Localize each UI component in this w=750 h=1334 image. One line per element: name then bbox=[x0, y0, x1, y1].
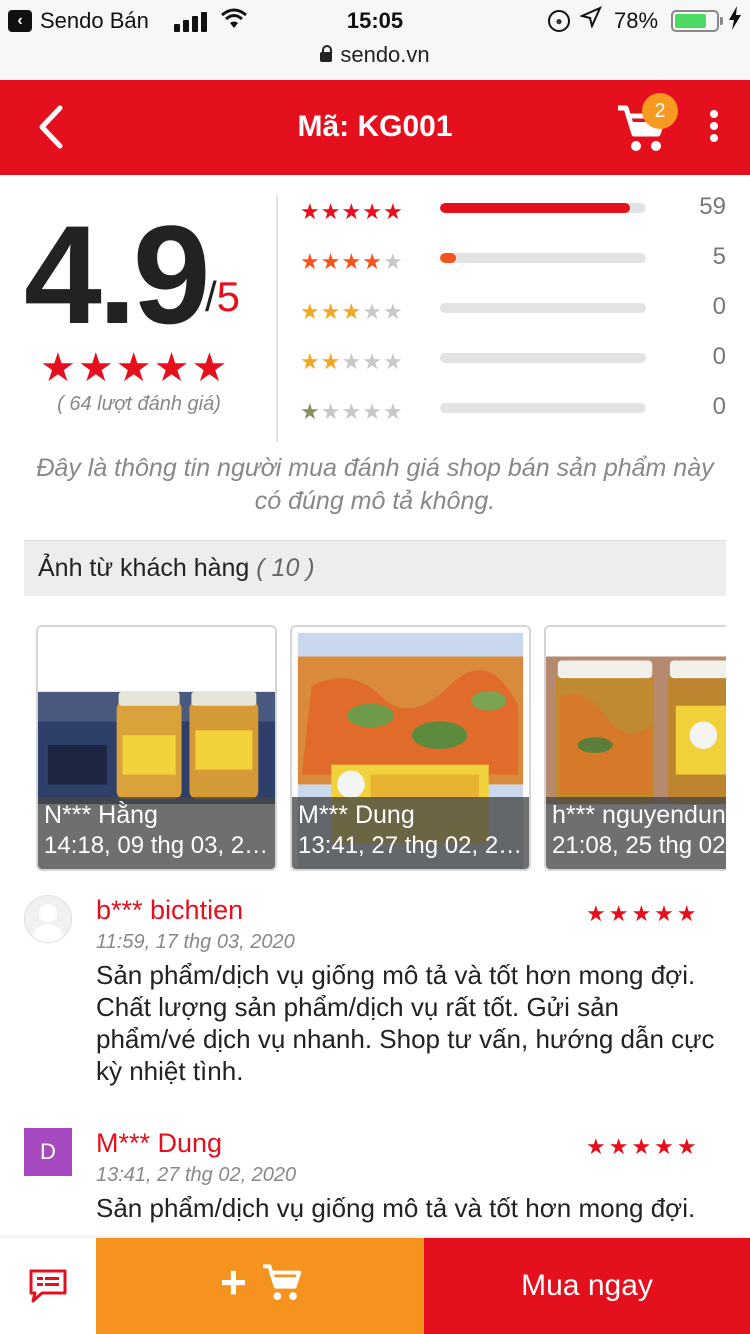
star-row-icon: ★★★★★ bbox=[300, 349, 404, 374]
score-max: /5 bbox=[205, 273, 240, 321]
battery-tip bbox=[720, 17, 723, 25]
rating-bar bbox=[440, 253, 646, 263]
secure-lock-icon bbox=[320, 45, 333, 62]
location-icon bbox=[578, 6, 602, 34]
rating-count: 59 bbox=[699, 193, 726, 220]
photo-author: M*** Dung bbox=[298, 801, 415, 829]
photo-time: 13:41, 27 thg 02, 2020 bbox=[298, 832, 523, 859]
rating-summary: 4.9 /5 ★★★★★ ( 64 lượt đánh giá) ★★★★★ 59… bbox=[0, 175, 750, 445]
review-text: Sản phẩm/dịch vụ giống mô tả và tốt hơn … bbox=[96, 1193, 696, 1223]
customer-photos-count: ( 10 ) bbox=[256, 554, 315, 582]
review-stars-icon: ★★★★★ bbox=[586, 1134, 700, 1159]
rating-row-3[interactable]: ★★★★★ 0 bbox=[300, 289, 740, 339]
customer-photo-strip[interactable]: N*** Hằng 14:18, 09 thg 03, 2020 M*** Du… bbox=[36, 625, 726, 871]
review-time: 11:59, 17 thg 03, 2020 bbox=[96, 931, 295, 953]
customer-photos-header[interactable]: Ảnh từ khách hàng ( 10 ) bbox=[24, 540, 726, 596]
photo-caption: h*** nguyendung 21:08, 25 thg 02, 2020 bbox=[546, 797, 726, 869]
photo-caption: N*** Hằng 14:18, 09 thg 03, 2020 bbox=[38, 797, 275, 869]
charging-icon bbox=[728, 6, 742, 36]
more-vertical-icon[interactable] bbox=[700, 110, 728, 146]
rating-row-4[interactable]: ★★★★★ 5 bbox=[300, 239, 740, 289]
customer-photos-title: Ảnh từ khách hàng ( 10 ) bbox=[38, 554, 315, 583]
rating-bar bbox=[440, 203, 646, 213]
customer-photo[interactable]: N*** Hằng 14:18, 09 thg 03, 2020 bbox=[36, 625, 277, 871]
photo-time: 21:08, 25 thg 02, 2020 bbox=[552, 832, 726, 859]
rating-breakdown: ★★★★★ 59 ★★★★★ 5 ★★★★★ 0 ★★★★★ 0 ★★★★★ 0 bbox=[300, 189, 740, 439]
reviewer-name: M*** Dung bbox=[96, 1128, 223, 1158]
chat-button[interactable] bbox=[0, 1238, 96, 1334]
star-row-icon: ★★★★★ bbox=[300, 399, 404, 424]
rating-bar-fill bbox=[440, 253, 457, 263]
url-bar[interactable]: sendo.vn bbox=[0, 42, 750, 68]
cart-icon bbox=[263, 1264, 302, 1301]
customer-photo[interactable]: h*** nguyendung 21:08, 25 thg 02, 2020 bbox=[544, 625, 726, 871]
rating-bar bbox=[440, 303, 646, 313]
photo-author: N*** Hằng bbox=[44, 801, 158, 829]
score-separator: / bbox=[205, 273, 217, 320]
review-time: 13:41, 27 thg 02, 2020 bbox=[96, 1164, 297, 1186]
score-max-value: 5 bbox=[216, 273, 241, 320]
review-stars-icon: ★★★★★ bbox=[586, 901, 700, 926]
star-row-icon: ★★★★★ bbox=[300, 299, 404, 324]
rating-row-1[interactable]: ★★★★★ 0 bbox=[300, 389, 740, 439]
rating-row-2[interactable]: ★★★★★ 0 bbox=[300, 339, 740, 389]
star-row-icon: ★★★★★ bbox=[300, 249, 404, 274]
rating-bar-fill bbox=[440, 203, 630, 213]
add-to-cart-button[interactable]: + bbox=[96, 1238, 424, 1334]
battery-percent: 78% bbox=[614, 8, 659, 33]
top-nav: Mã: KG001 bbox=[0, 80, 750, 175]
add-plus-icon: + bbox=[220, 1256, 247, 1308]
rating-count: 0 bbox=[712, 393, 726, 420]
rating-count: 5 bbox=[712, 243, 726, 270]
cart-badge: 2 bbox=[642, 93, 678, 129]
star-row-icon: ★★★★★ bbox=[300, 199, 404, 224]
rating-bar bbox=[440, 353, 646, 363]
average-score: 4.9 bbox=[24, 196, 211, 353]
rating-count: 0 bbox=[712, 343, 726, 370]
buy-now-button[interactable]: Mua ngay bbox=[424, 1238, 750, 1334]
rating-row-5[interactable]: ★★★★★ 59 bbox=[300, 189, 740, 239]
review-text: Sản phẩm/dịch vụ giống mô tả và tốt hơn … bbox=[96, 960, 715, 1086]
battery-icon bbox=[671, 10, 719, 32]
url-text: sendo.vn bbox=[340, 42, 430, 67]
rating-bar bbox=[440, 403, 646, 413]
photo-time: 14:18, 09 thg 03, 2020 bbox=[44, 832, 269, 859]
photo-author: h*** nguyendung bbox=[552, 801, 726, 829]
average-stars-icon: ★★★★★ bbox=[40, 346, 230, 390]
avatar bbox=[24, 895, 72, 943]
rotation-lock-icon: ● bbox=[548, 10, 570, 32]
customer-photos-label: Ảnh từ khách hàng bbox=[38, 554, 250, 582]
reviewer-name: b*** bichtien bbox=[96, 895, 244, 925]
customer-photo[interactable]: M*** Dung 13:41, 27 thg 02, 2020 bbox=[290, 625, 531, 871]
status-bar: ‹ Sendo Bán 15:05 ● 78% sendo.vn bbox=[0, 0, 750, 80]
photo-caption: M*** Dung 13:41, 27 thg 02, 2020 bbox=[292, 797, 529, 869]
bottom-action-bar: + Mua ngay bbox=[0, 1238, 750, 1334]
divider bbox=[276, 195, 278, 442]
rating-note: Đây là thông tin người mua đánh giá shop… bbox=[36, 454, 714, 515]
total-review-count: ( 64 lượt đánh giá) bbox=[57, 393, 221, 415]
avatar: D bbox=[24, 1128, 72, 1176]
chat-icon bbox=[29, 1269, 67, 1303]
rating-count: 0 bbox=[712, 293, 726, 320]
